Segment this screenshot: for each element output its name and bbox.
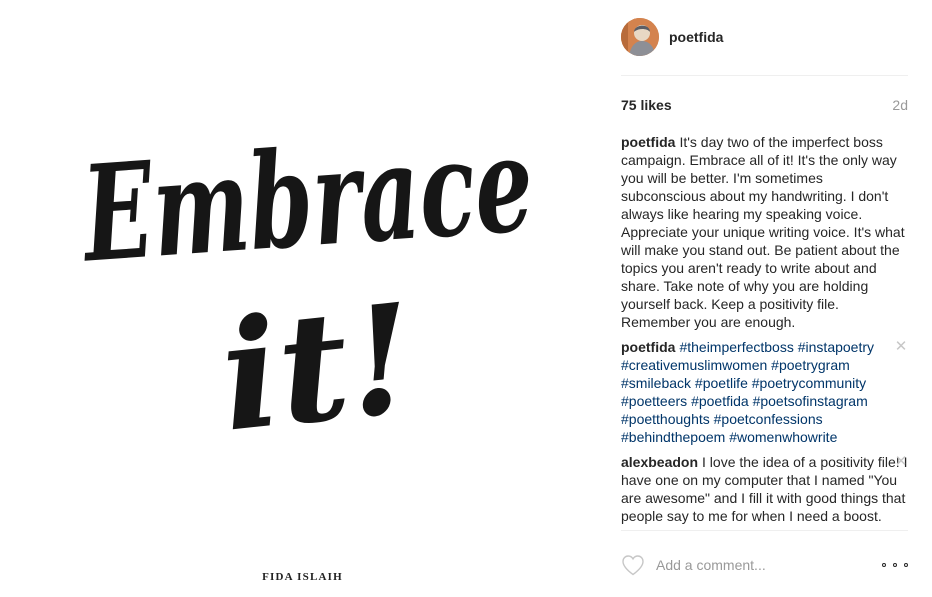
comment-bar (621, 548, 908, 582)
header-username[interactable]: poetfida (669, 29, 723, 45)
likes-row: 75 likes 2d (621, 96, 908, 114)
post-age[interactable]: 2d (892, 97, 908, 113)
close-icon[interactable]: ✕ (894, 339, 908, 354)
dot (904, 563, 908, 567)
list-item: poetfida #theimperfectboss #instapoetry #… (621, 338, 908, 446)
comment-input[interactable] (656, 557, 856, 573)
hashtag-link[interactable]: #creativemuslimwomen (621, 357, 767, 373)
hashtag-link[interactable]: #poetconfessions (714, 411, 823, 427)
hashtag-link[interactable]: #womenwhowrite (729, 429, 837, 445)
caption-text: It's day two of the imperfect boss campa… (621, 134, 905, 330)
post-header: poetfida (621, 17, 908, 57)
comments-list[interactable]: poetfida It's day two of the imperfect bo… (621, 133, 908, 526)
comment-username[interactable]: poetfida (621, 339, 675, 355)
comment-username[interactable]: alexbeadon (621, 454, 698, 470)
list-item: alexbeadon I love the idea of a positivit… (621, 453, 908, 525)
caption-username[interactable]: poetfida (621, 134, 675, 150)
hashtag-link[interactable]: #poetrygram (771, 357, 850, 373)
hashtag-link[interactable]: #instapoetry (798, 339, 874, 355)
dot (893, 563, 897, 567)
hashtag-link[interactable]: #poetrycommunity (752, 375, 866, 391)
close-icon[interactable]: ✕ (894, 454, 908, 469)
likes-count[interactable]: 75 likes (621, 97, 672, 113)
avatar-image (621, 18, 659, 56)
header-divider (621, 75, 908, 76)
hashtag-link[interactable]: #poetthoughts (621, 411, 710, 427)
headline-line2: it! (213, 270, 422, 465)
dot (882, 563, 886, 567)
hashtag-link[interactable]: #behindthepoem (621, 429, 725, 445)
hashtag-link[interactable]: #smileback (621, 375, 691, 391)
hashtag-link[interactable]: #poetsofinstagram (753, 393, 868, 409)
avatar[interactable] (621, 18, 659, 56)
headline-line1: Embrace (75, 106, 537, 292)
post-sidebar: poetfida 75 likes 2d poetfida It's day tw… (621, 0, 908, 597)
comment-divider (621, 530, 908, 531)
post-image[interactable]: Embrace it! FIDA ISLAIH (0, 0, 605, 597)
hashtag-link[interactable]: #poetlife (695, 375, 748, 391)
hashtag-link[interactable]: #theimperfectboss (679, 339, 793, 355)
post-artwork: Embrace it! (75, 106, 537, 465)
more-options-icon[interactable] (882, 560, 908, 570)
hashtag-link[interactable]: #poetfida (691, 393, 749, 409)
image-credit: FIDA ISLAIH (262, 571, 343, 583)
caption: poetfida It's day two of the imperfect bo… (621, 133, 908, 331)
heart-outline-icon[interactable] (621, 554, 645, 576)
hashtag-link[interactable]: #poetteers (621, 393, 687, 409)
